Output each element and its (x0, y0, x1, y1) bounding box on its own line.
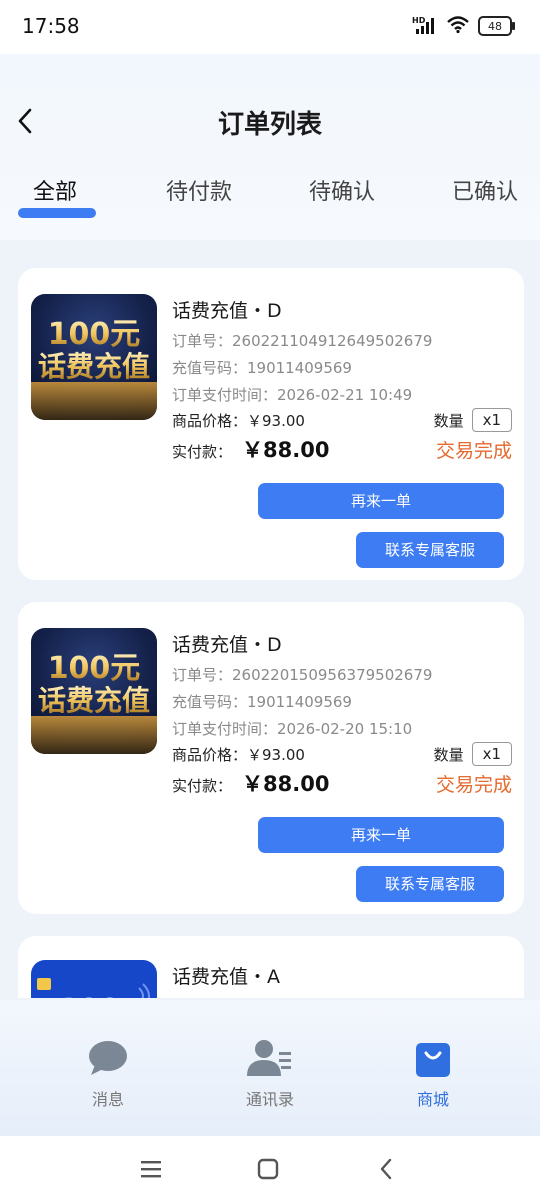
recharge-phone: 充值号码：19011409569 (172, 359, 352, 377)
paid-label: 实付款： (172, 777, 233, 795)
paid-label: 实付款： (172, 443, 233, 461)
nav-item-contacts[interactable]: 通讯录 (210, 1036, 330, 1110)
image-text-label: 话费充值 (38, 350, 150, 383)
reorder-button[interactable]: 再来一单 (258, 483, 504, 519)
tab-confirmed[interactable]: 已确认 (452, 174, 518, 206)
product-image[interactable]: 100元 话费充值 (31, 294, 157, 420)
contact-service-button[interactable]: 联系专属客服 (356, 532, 504, 568)
contacts-icon (210, 1036, 330, 1080)
image-text-amount: 100元 (48, 317, 141, 352)
order-number: 订单号：260220150956379502679 (172, 666, 433, 684)
page-title: 订单列表 (217, 110, 322, 140)
back-arrow-icon (380, 1158, 392, 1180)
order-status: 交易完成 (435, 440, 512, 462)
contact-service-button[interactable]: 联系专属客服 (356, 866, 504, 902)
image-text-amount: 100 (58, 993, 121, 998)
paid-row: 实付款： ￥88.00 (172, 434, 329, 464)
quantity: 数量 x1 (434, 408, 512, 432)
image-text-label: 话费充值 (38, 684, 150, 717)
product-image[interactable]: 100元 话费充值 (31, 628, 157, 754)
bottom-navigation: 消息 通讯录 商城 (0, 1000, 540, 1136)
battery-icon: 48 (478, 16, 515, 36)
paid-amount: ￥88.00 (242, 772, 330, 796)
menu-icon (141, 1161, 161, 1178)
chat-bubble-icon (48, 1036, 168, 1080)
tab-pending-confirmation[interactable]: 待确认 (309, 174, 375, 206)
order-list[interactable]: 100元 话费充值 话费充值・D 订单号：2602211049126495026… (18, 268, 524, 998)
order-status: 交易完成 (435, 774, 512, 796)
shopping-bag-icon (373, 1036, 493, 1080)
order-card: 100元 话费充值 话费充值・D 订单号：2602211049126495026… (18, 268, 524, 580)
menu-button[interactable] (136, 1154, 166, 1184)
nav-label-messages: 消息 (91, 1090, 124, 1109)
active-tab-indicator (18, 208, 96, 218)
home-square-icon (257, 1158, 279, 1180)
tab-all[interactable]: 全部 (33, 174, 77, 206)
status-icons: HD 48 (412, 14, 515, 38)
product-title: 话费充值・A (172, 966, 280, 988)
quantity-label: 数量 (433, 745, 464, 764)
product-title: 话费充值・D (172, 300, 282, 322)
product-price: 商品价格：￥93.00 (172, 412, 305, 430)
order-number: 订单号：2602211049126495026​79 (172, 332, 433, 350)
order-card: 100 话费充值・A (18, 936, 524, 998)
tab-pending-payment[interactable]: 待付款 (166, 174, 232, 206)
paid-amount: ￥88.00 (242, 438, 330, 462)
paid-row: 实付款： ￥88.00 (172, 768, 329, 798)
system-navigation-bar (0, 1136, 540, 1200)
reorder-button[interactable]: 再来一单 (258, 817, 504, 853)
order-card: 100元 话费充值 话费充值・D 订单号：2602201509563795026… (18, 602, 524, 914)
wifi-icon (446, 14, 470, 38)
quantity-label: 数量 (433, 411, 464, 430)
quantity-value: x1 (471, 408, 512, 432)
pay-time: 订单支付时间：2026-02-20 15:10 (172, 720, 413, 738)
nav-item-mall[interactable]: 商城 (373, 1036, 493, 1110)
product-price: 商品价格：￥93.00 (172, 746, 305, 764)
pay-time: 订单支付时间：2026-02-21 10:49 (172, 386, 413, 404)
product-image[interactable]: 100 (31, 960, 157, 998)
product-title: 话费充值・D (172, 634, 282, 656)
header: 订单列表 全部 待付款 待确认 已确认 (0, 54, 540, 240)
image-text-amount: 100元 (48, 651, 141, 686)
system-back-button[interactable] (371, 1154, 401, 1184)
home-button[interactable] (253, 1154, 283, 1184)
signal-icon: HD (412, 16, 438, 36)
recharge-phone: 充值号码：19011409569 (172, 693, 352, 711)
status-time: 17:58 (22, 14, 80, 38)
nav-label-mall: 商城 (416, 1090, 449, 1109)
quantity: 数量 x1 (434, 742, 512, 766)
quantity-value: x1 (471, 742, 512, 766)
nav-item-messages[interactable]: 消息 (48, 1036, 168, 1110)
status-bar: 17:58 HD 48 (0, 0, 540, 54)
nav-label-contacts: 通讯录 (245, 1090, 294, 1109)
